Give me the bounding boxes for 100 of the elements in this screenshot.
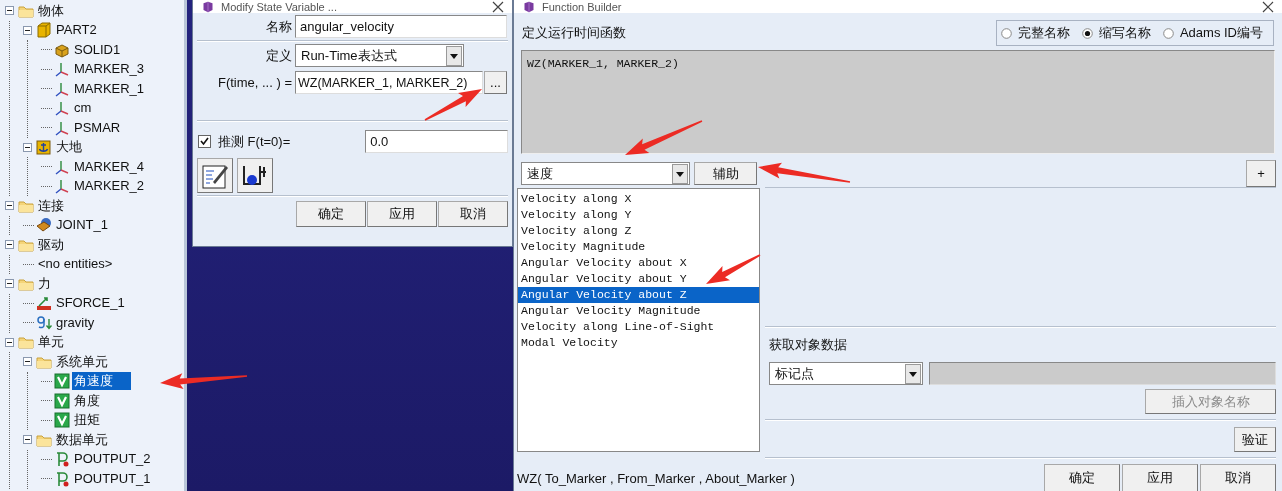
folder-icon <box>18 334 34 351</box>
list-item[interactable]: Velocity along Line-of-Sight <box>518 319 759 335</box>
tree-item[interactable]: gravity <box>54 313 97 332</box>
dialog-button[interactable]: 确定 <box>296 201 366 227</box>
function-signature: WZ( To_Marker , From_Marker , About_Marker ) <box>517 470 795 486</box>
app-icon <box>201 0 215 13</box>
dropdown-value: 标记点 <box>775 364 815 383</box>
input-field[interactable]: WZ(MARKER_1, MARKER_2) <box>295 71 483 94</box>
add-button[interactable]: + <box>1246 160 1276 187</box>
list-item[interactable]: Angular Velocity about X <box>518 255 759 271</box>
dropdown-value: Run-Time表达式 <box>301 46 398 65</box>
editor-button[interactable] <box>197 158 233 193</box>
window-title: Function Builder <box>542 0 623 13</box>
dropdown[interactable]: 标记点 <box>769 362 923 385</box>
collapse-toggle[interactable] <box>5 279 14 289</box>
dialog-button[interactable]: 应用 <box>1122 464 1198 491</box>
field-label: 定义 <box>265 46 292 65</box>
tree-item[interactable]: POUTPUT_1 <box>72 469 153 488</box>
tree-item[interactable]: <no entities> <box>36 255 115 274</box>
plot-button[interactable] <box>237 158 273 193</box>
close-icon[interactable] <box>492 0 504 13</box>
axes-icon <box>54 61 70 78</box>
list-item[interactable]: Velocity Magnitude <box>518 239 759 255</box>
list-item[interactable]: Angular Velocity about Z <box>518 287 759 303</box>
collapse-toggle[interactable] <box>23 142 32 152</box>
variable-icon <box>54 373 70 390</box>
field-label: 名称 <box>265 17 292 36</box>
tree-item[interactable]: POUTPUT_2 <box>72 450 153 469</box>
joint-icon <box>36 217 52 234</box>
checkbox[interactable] <box>198 135 211 148</box>
section-label: 定义运行时间函数 <box>522 24 626 42</box>
dropdown[interactable]: Run-Time表达式 <box>295 44 464 67</box>
close-icon[interactable] <box>1262 0 1274 13</box>
annotation-arrow <box>706 254 761 284</box>
input-field[interactable]: angular_velocity <box>295 15 507 38</box>
collapse-toggle[interactable] <box>23 357 32 367</box>
collapse-toggle[interactable] <box>5 337 14 347</box>
list-item[interactable]: Velocity along Z <box>518 223 759 239</box>
field-label: F(time, ... ) = <box>216 75 292 90</box>
tree-item[interactable]: 驱动 <box>36 235 66 254</box>
tree-item[interactable]: 系统单元 <box>54 352 110 371</box>
radio-button[interactable] <box>1081 27 1093 39</box>
tree-item[interactable]: PART2 <box>54 21 99 40</box>
radio-label[interactable]: 完整名称 <box>1017 24 1070 42</box>
dialog-button[interactable]: 取消 <box>1200 464 1276 491</box>
tree-item[interactable]: MARKER_3 <box>72 60 147 79</box>
collapse-toggle[interactable] <box>23 25 32 35</box>
annotation-arrow <box>424 89 482 121</box>
dialog-button[interactable]: 确定 <box>1044 464 1120 491</box>
gravity-icon <box>36 314 52 331</box>
tree-item[interactable]: 数据单元 <box>54 430 110 449</box>
list-item[interactable]: Angular Velocity about Y <box>518 271 759 287</box>
assist-button[interactable]: 辅助 <box>694 162 757 185</box>
dialog-button[interactable]: 应用 <box>367 201 437 227</box>
tree-item[interactable]: SOLID1 <box>72 40 123 59</box>
tree-item[interactable]: PSMAR <box>72 118 123 137</box>
collapse-toggle[interactable] <box>23 435 32 445</box>
axes-icon <box>54 119 70 136</box>
tree-item[interactable]: 力 <box>36 274 53 293</box>
radio-label[interactable]: Adams ID编号 <box>1179 24 1263 42</box>
list-item[interactable]: Angular Velocity Magnitude <box>518 303 759 319</box>
tree-item[interactable]: 连接 <box>36 196 66 215</box>
tree-item[interactable]: MARKER_1 <box>72 79 147 98</box>
tree-item[interactable]: 大地 <box>54 138 84 157</box>
list-item[interactable]: Velocity along X <box>518 191 759 207</box>
tree-item[interactable]: 物体 <box>36 1 66 20</box>
tree-item[interactable]: 角速度 <box>72 372 131 391</box>
tree-item[interactable]: 单元 <box>36 333 66 352</box>
tree-item[interactable]: cm <box>72 99 94 118</box>
input-field[interactable] <box>929 362 1276 385</box>
cube-icon <box>36 22 52 39</box>
tree-item[interactable]: 扭矩 <box>72 411 102 430</box>
collapse-toggle[interactable] <box>5 201 14 211</box>
axes-icon <box>54 178 70 195</box>
collapse-toggle[interactable] <box>5 240 14 250</box>
tree-item[interactable]: JOINT_1 <box>54 216 110 235</box>
axes-icon <box>54 158 70 175</box>
dialog-button[interactable]: 取消 <box>438 201 508 227</box>
browse-button[interactable]: ... <box>484 71 507 94</box>
list-item[interactable]: Velocity along Y <box>518 207 759 223</box>
tree-item[interactable]: MARKER_4 <box>72 157 147 176</box>
list-item[interactable]: Modal Velocity <box>518 335 759 351</box>
dropdown-value: 速度 <box>527 164 554 183</box>
variable-icon <box>54 392 70 409</box>
radio-label[interactable]: 缩写名称 <box>1098 24 1151 42</box>
app-icon <box>522 0 536 13</box>
dropdown[interactable]: 速度 <box>521 162 690 185</box>
section-label: 获取对象数据 <box>769 336 848 354</box>
force-icon <box>36 295 52 312</box>
expression-field[interactable]: WZ(MARKER_1, MARKER_2) <box>521 50 1275 154</box>
tree-item[interactable]: 角度 <box>72 391 102 410</box>
radio-button[interactable] <box>1162 27 1174 39</box>
output-icon <box>54 470 70 487</box>
radio-button[interactable] <box>1000 27 1012 39</box>
axes-icon <box>54 100 70 117</box>
tree-item[interactable]: MARKER_2 <box>72 177 147 196</box>
tree-item[interactable]: SFORCE_1 <box>54 294 127 313</box>
verify-button[interactable]: 验证 <box>1234 427 1276 452</box>
collapse-toggle[interactable] <box>5 6 14 16</box>
input-field[interactable]: 0.0 <box>365 130 508 153</box>
